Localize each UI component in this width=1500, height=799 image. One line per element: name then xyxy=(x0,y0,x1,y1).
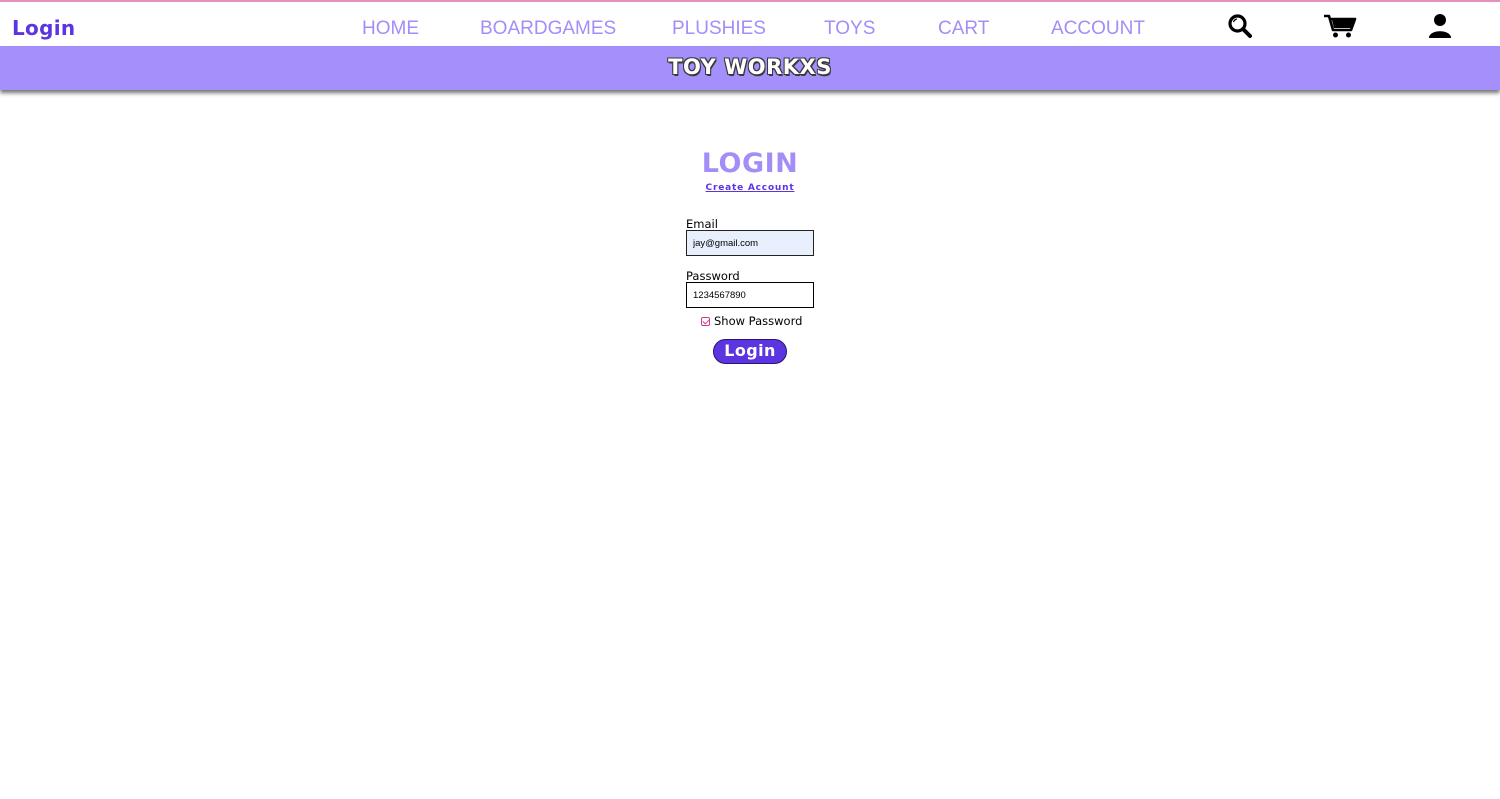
nav-cart[interactable]: CART xyxy=(938,18,989,40)
nav-boardgames[interactable]: BOARDGAMES xyxy=(480,18,616,40)
nav-home[interactable]: HOME xyxy=(362,18,419,40)
cart-icon[interactable] xyxy=(1323,13,1357,44)
show-password-label: Show Password xyxy=(714,314,803,328)
show-password-toggle[interactable]: Show Password xyxy=(701,314,802,328)
nav-plushies[interactable]: PLUSHIES xyxy=(672,18,766,40)
create-account-link[interactable]: Create Account xyxy=(0,183,1500,193)
password-label: Password xyxy=(686,269,740,283)
email-field[interactable] xyxy=(686,230,814,256)
user-icon[interactable] xyxy=(1428,13,1452,44)
nav-account[interactable]: ACCOUNT xyxy=(1051,18,1145,40)
search-icon[interactable] xyxy=(1227,13,1253,44)
login-button[interactable]: Login xyxy=(713,339,787,364)
top-navbar: Login HOME BOARDGAMES PLUSHIES TOYS CART… xyxy=(0,0,1500,46)
banner-title: TOY WORKXS xyxy=(668,55,832,79)
login-heading: LOGIN xyxy=(701,148,799,179)
password-field[interactable] xyxy=(686,282,814,308)
site-banner: TOY WORKXS xyxy=(0,46,1500,90)
brand-link[interactable]: Login xyxy=(12,16,75,40)
show-password-checkbox[interactable] xyxy=(701,316,710,326)
nav-toys[interactable]: TOYS xyxy=(824,18,875,40)
email-label: Email xyxy=(686,217,718,231)
